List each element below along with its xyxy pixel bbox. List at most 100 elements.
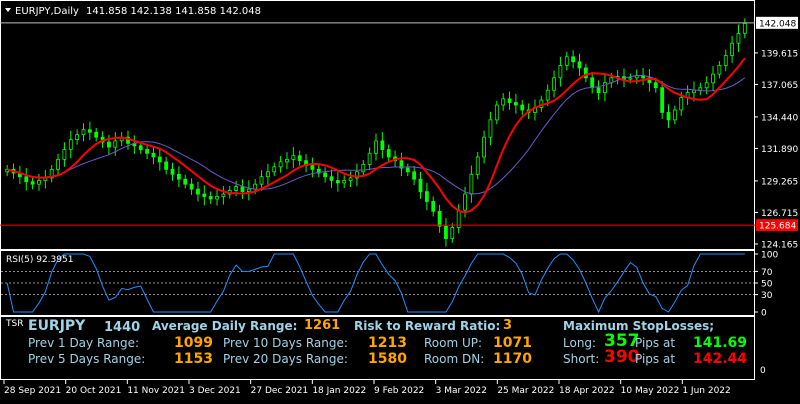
candle-body bbox=[221, 193, 226, 197]
candle bbox=[170, 162, 175, 181]
candle-body bbox=[698, 87, 703, 91]
price-tick-label: 131.890 bbox=[761, 145, 798, 155]
candle bbox=[412, 165, 417, 186]
candle bbox=[196, 181, 200, 202]
candle-body bbox=[81, 129, 86, 136]
candle-body bbox=[571, 56, 576, 63]
date-label: 1 Jun 2022 bbox=[682, 386, 730, 396]
candle bbox=[698, 82, 703, 96]
candle bbox=[361, 160, 366, 177]
candle bbox=[488, 111, 493, 146]
candle bbox=[37, 173, 41, 191]
candle bbox=[202, 185, 207, 206]
candle-body bbox=[552, 77, 556, 91]
price-tick-label: 139.615 bbox=[761, 49, 798, 59]
room-up-value: 1071 bbox=[493, 335, 532, 351]
candle-body bbox=[628, 77, 633, 80]
candle bbox=[17, 165, 22, 185]
candle-body bbox=[742, 23, 747, 34]
date-label: 27 Dec 2021 bbox=[251, 386, 309, 396]
candle bbox=[380, 132, 385, 159]
prev20-label: Prev 20 Days Range: bbox=[223, 352, 348, 366]
candle bbox=[297, 150, 302, 166]
date-axis: 28 Sep 2021 20 Oct 2021 11 Nov 2021 3 Dec 2… bbox=[3, 380, 731, 396]
symbol-dropdown-icon[interactable] bbox=[5, 8, 11, 12]
candle-body bbox=[679, 97, 684, 111]
candle bbox=[342, 175, 347, 189]
candle-body bbox=[431, 201, 436, 212]
candle-body bbox=[62, 149, 67, 160]
candle-body bbox=[711, 73, 715, 84]
candle-body bbox=[272, 166, 277, 173]
candle-body bbox=[310, 165, 315, 170]
adr-value: 1261 bbox=[304, 318, 341, 333]
candle-body bbox=[113, 140, 118, 148]
date-label: 18 Jan 2022 bbox=[312, 386, 366, 396]
candle bbox=[285, 152, 289, 170]
candle-body bbox=[196, 188, 200, 195]
candle bbox=[208, 191, 213, 205]
tsr-symbol: EURJPY bbox=[28, 318, 86, 334]
candle bbox=[558, 56, 563, 87]
rr-value: 3 bbox=[503, 318, 513, 333]
candle-body bbox=[265, 171, 270, 178]
candle bbox=[310, 157, 315, 178]
candle-body bbox=[488, 119, 493, 138]
candle-body bbox=[717, 65, 722, 75]
candle-body bbox=[183, 178, 188, 185]
candle bbox=[475, 151, 480, 180]
price-tick-label: 126.715 bbox=[761, 209, 798, 219]
candle bbox=[278, 156, 283, 173]
rsi-label: RSI(5) 92.3951 bbox=[6, 255, 73, 265]
candle bbox=[590, 72, 595, 94]
candle-body bbox=[577, 61, 582, 69]
candle bbox=[386, 144, 391, 163]
candle bbox=[119, 132, 124, 146]
candle bbox=[87, 121, 92, 141]
candle bbox=[316, 165, 321, 178]
candle-body bbox=[335, 180, 340, 184]
rsi-tick-label: 0 bbox=[761, 309, 767, 319]
candle bbox=[265, 163, 270, 185]
candle bbox=[641, 68, 645, 86]
candle-body bbox=[437, 210, 442, 227]
date-label: 11 Nov 2021 bbox=[127, 386, 185, 396]
short-pips-label: Pips at bbox=[635, 352, 676, 366]
candle bbox=[176, 166, 181, 188]
candle-body bbox=[234, 186, 239, 191]
candle-body bbox=[463, 193, 467, 211]
prev10-value: 1213 bbox=[368, 335, 407, 351]
symbol-title: EURJPY,Daily bbox=[15, 6, 79, 17]
rsi-tick-label: 30 bbox=[761, 291, 773, 301]
current-price-label: 142.048 bbox=[759, 19, 796, 29]
candle bbox=[507, 91, 512, 110]
candle bbox=[704, 76, 709, 95]
room-dn-value: 1170 bbox=[493, 351, 532, 367]
candle bbox=[246, 180, 251, 201]
candle-body bbox=[730, 42, 735, 56]
candle bbox=[520, 99, 525, 116]
candle-body bbox=[56, 159, 60, 170]
candle-body bbox=[151, 152, 156, 158]
candle-body bbox=[348, 177, 353, 181]
candle bbox=[323, 167, 328, 183]
candle-body bbox=[285, 159, 289, 163]
candle-body bbox=[323, 172, 328, 178]
candle bbox=[672, 105, 677, 125]
candle-body bbox=[278, 161, 283, 168]
candle bbox=[30, 176, 35, 190]
candle-body bbox=[253, 183, 258, 190]
candle bbox=[513, 93, 518, 114]
candle bbox=[107, 134, 111, 155]
candle bbox=[49, 165, 54, 183]
candle bbox=[215, 189, 219, 206]
candle bbox=[348, 171, 353, 188]
candle-body bbox=[736, 32, 741, 44]
candle bbox=[711, 66, 715, 91]
candle-body bbox=[450, 227, 455, 239]
candle-body bbox=[405, 167, 410, 173]
rsi-level-lines bbox=[1, 270, 754, 296]
date-label: 10 May 2022 bbox=[621, 386, 680, 396]
candle-body bbox=[24, 176, 29, 183]
candle bbox=[603, 73, 607, 102]
